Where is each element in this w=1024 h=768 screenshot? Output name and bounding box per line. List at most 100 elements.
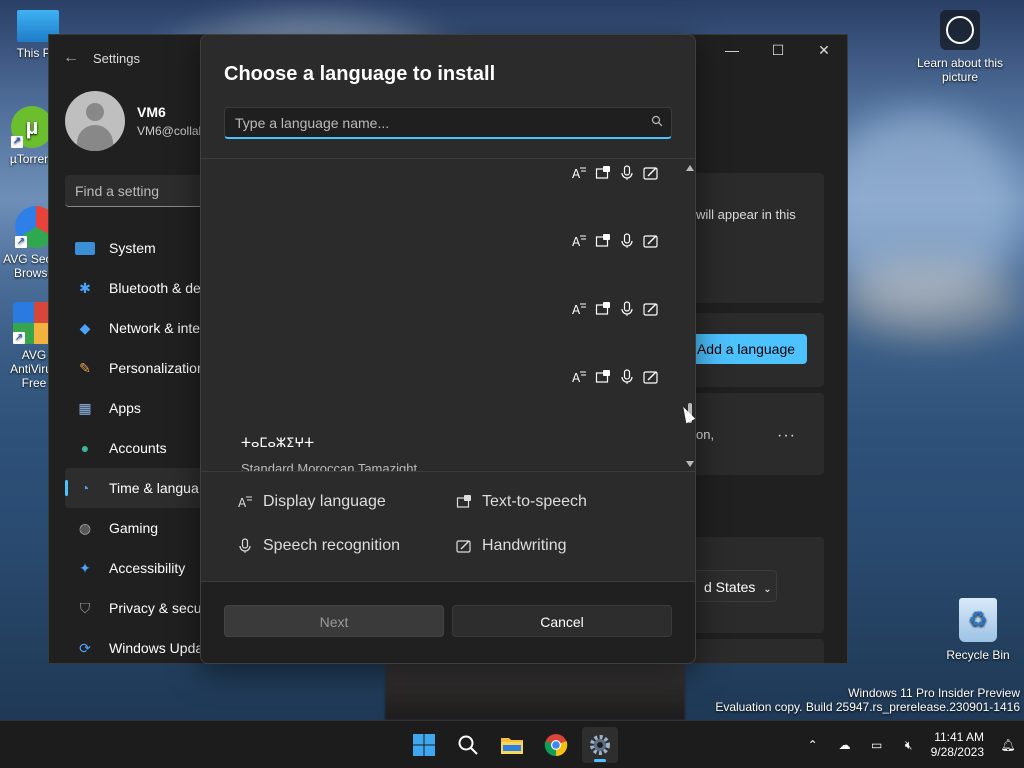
handwriting-icon (643, 369, 659, 385)
user-profile[interactable]: VM6 VM6@collal (65, 91, 201, 151)
svg-text:A: A (238, 496, 247, 510)
start-button[interactable] (406, 727, 442, 763)
more-options-button[interactable]: ··· (777, 427, 796, 445)
chevron-up-icon[interactable]: ⌃ (801, 733, 825, 757)
update-icon: ⟳ (79, 639, 91, 656)
recycle-label: Recycle Bin (946, 648, 1010, 662)
sidebar-item-label: Time & langua (109, 480, 199, 496)
settings-taskbar-button[interactable] (582, 727, 618, 763)
handwriting-icon (456, 538, 472, 554)
search-icon (458, 735, 478, 755)
wifi-icon: ◆ (79, 319, 91, 336)
folder-icon (501, 738, 523, 754)
capability-legend: A Display language Text-to-speech Speech… (201, 473, 695, 583)
user-email: VM6@collal (137, 124, 202, 138)
watermark-line-2: Evaluation copy. Build 25947.rs_prerelea… (715, 700, 1020, 714)
back-arrow-icon[interactable]: ← (49, 49, 93, 67)
shortcut-arrow-icon: ↗ (15, 236, 27, 248)
handwriting-icon (643, 165, 659, 181)
shield-icon: ⛉ (79, 599, 91, 616)
file-explorer-button[interactable] (494, 727, 530, 763)
chrome-icon (544, 734, 568, 757)
apps-icon: ▦ (78, 399, 92, 416)
add-language-button[interactable]: Add a language (685, 334, 807, 364)
language-row-tamazight[interactable]: ⵜⴰⵎⴰⵣⵉⵖⵜ Standard Moroccan Tamazight (201, 431, 671, 472)
installed-language-text: on, (696, 427, 715, 442)
legend-speech-recognition: Speech recognition (237, 537, 400, 555)
language-english-name: Standard Moroccan Tamazight (241, 461, 418, 472)
display-language-icon: A (571, 369, 587, 385)
wallpaper-pier (385, 660, 685, 720)
window-controls: — ☐ ✕ (709, 35, 847, 65)
chrome-button[interactable] (538, 727, 574, 763)
handwriting-icon (643, 233, 659, 249)
build-watermark: Windows 11 Pro Insider Preview Evaluatio… (715, 686, 1020, 714)
language-row[interactable]: A (201, 363, 671, 431)
svg-text:A: A (572, 303, 581, 317)
microphone-icon (619, 369, 635, 385)
person-icon: ● (80, 440, 90, 456)
dialog-title: Choose a language to install (224, 63, 496, 85)
sidebar-item-label: Personalization (109, 360, 205, 376)
utorrent-icon: µ ↗ (11, 106, 53, 148)
language-row[interactable]: A (201, 159, 671, 227)
sidebar-item-label: Accounts (109, 440, 167, 456)
minimize-icon[interactable]: — (709, 35, 755, 65)
scroll-down-arrow-icon[interactable] (686, 461, 694, 467)
language-native-name: ⵜⴰⵎⴰⵣⵉⵖⵜ (241, 435, 315, 450)
display-language-icon: A (571, 233, 587, 249)
svg-text:A: A (572, 167, 581, 181)
language-list[interactable]: A A A A ⵜⴰⵎⴰⵣⵉⵖⵜ Standard Moroccan Tamaz… (201, 158, 695, 472)
monitor-icon (75, 241, 95, 255)
next-button[interactable]: Next (224, 605, 444, 637)
camera-pin-icon (940, 10, 980, 50)
gear-icon (590, 735, 610, 755)
microphone-icon (619, 165, 635, 181)
maximize-icon[interactable]: ☐ (755, 35, 801, 65)
clock-time: 11:41 AM (934, 730, 984, 744)
legend-label: Text-to-speech (482, 493, 587, 510)
text-to-speech-icon (456, 494, 472, 510)
bluetooth-icon: ✱ (79, 279, 91, 296)
display-language-icon: A (237, 494, 253, 510)
display-language-icon: A (571, 301, 587, 317)
microphone-icon (619, 233, 635, 249)
close-icon[interactable]: ✕ (801, 35, 847, 65)
region-dropdown[interactable]: d States ⌄ (687, 570, 777, 602)
volume-muted-icon[interactable]: 🔇︎ (897, 733, 921, 757)
sidebar-item-label: Privacy & secu (109, 600, 202, 616)
sidebar-item-label: Gaming (109, 520, 159, 536)
svg-text:A: A (572, 235, 581, 249)
legend-text-to-speech: Text-to-speech (456, 493, 587, 511)
learn-label: Learn about this picture (916, 56, 1004, 84)
notification-bell-icon[interactable]: 🔔︎ (996, 733, 1020, 757)
scroll-up-arrow-icon[interactable] (686, 165, 694, 171)
language-list-scrollbar[interactable] (683, 159, 695, 471)
avatar (65, 91, 125, 151)
user-name: VM6 (137, 104, 166, 120)
cancel-button[interactable]: Cancel (452, 605, 672, 637)
onedrive-icon[interactable]: ☁ (833, 733, 857, 757)
search-button[interactable] (450, 727, 486, 763)
language-search-input[interactable] (224, 107, 672, 139)
language-row[interactable]: A (201, 295, 671, 363)
brush-icon: ✎ (79, 359, 91, 376)
sidebar-item-label: Apps (109, 400, 141, 416)
system-tray: ⌃ ☁ ▭ 🔇︎ 11:41 AM 9/28/2023 🔔︎ (797, 721, 1024, 768)
globe-clock-icon: ◔ (80, 480, 90, 496)
choose-language-dialog: Choose a language to install A A A (200, 34, 696, 664)
text-to-speech-icon (595, 233, 611, 249)
language-row[interactable]: A (201, 227, 671, 295)
legend-label: Handwriting (482, 537, 567, 554)
legend-label: Speech recognition (263, 537, 400, 554)
microphone-icon (237, 538, 253, 554)
clock-date: 9/28/2023 (930, 745, 984, 759)
text-to-speech-icon (595, 369, 611, 385)
sidebar-item-label: Windows Upda (109, 640, 204, 656)
shortcut-arrow-icon: ↗ (13, 332, 25, 344)
taskbar-clock[interactable]: 11:41 AM 9/28/2023 (931, 730, 984, 760)
network-icon[interactable]: ▭ (865, 733, 889, 757)
learn-about-picture[interactable]: Learn about this picture (912, 10, 1008, 84)
recycle-bin[interactable]: ♻ Recycle Bin (936, 598, 1020, 662)
legend-handwriting: Handwriting (456, 537, 566, 555)
